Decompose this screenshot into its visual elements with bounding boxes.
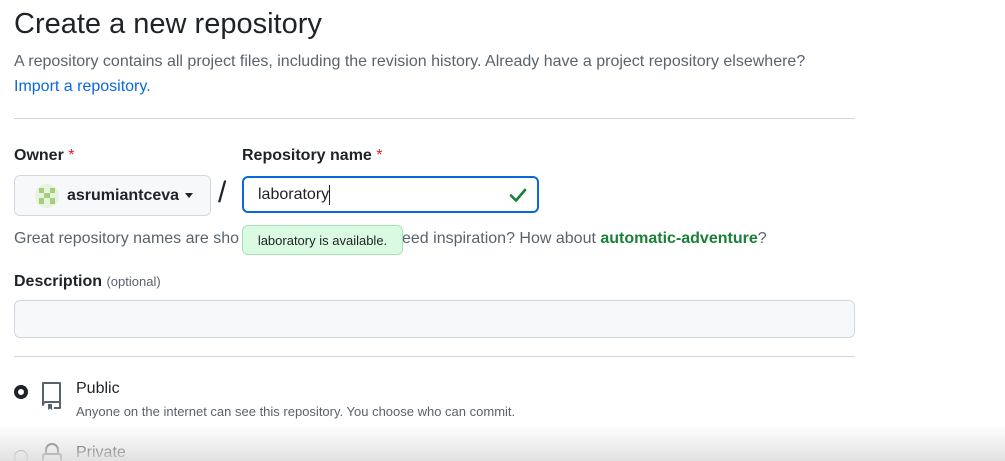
owner-dropdown[interactable]: asrumiantceva <box>14 175 211 216</box>
text-cursor <box>329 184 331 205</box>
intro-text: A repository contains all project files,… <box>14 49 854 99</box>
bottom-fade <box>0 425 1005 461</box>
private-label: Private <box>76 444 126 461</box>
import-repository-link[interactable]: Import a repository. <box>14 78 151 95</box>
owner-label-text: Owner <box>14 147 64 164</box>
public-description: Anyone on the internet can see this repo… <box>76 404 516 419</box>
intro-description: A repository contains all project files,… <box>14 53 806 70</box>
owner-label: Owner * <box>14 147 74 165</box>
repository-name-input[interactable]: laboratory <box>242 176 539 213</box>
public-radio[interactable] <box>14 385 28 399</box>
divider <box>14 118 855 119</box>
optional-mark: (optional) <box>106 274 161 289</box>
avatar <box>35 183 59 208</box>
repo-icon <box>42 382 61 410</box>
hint-suffix: ? <box>757 230 767 247</box>
hint-prefix: Great repository names are sho <box>14 230 239 247</box>
public-label: Public <box>76 380 120 397</box>
identicon-icon <box>39 187 55 204</box>
check-icon <box>509 188 527 202</box>
repository-name-value: laboratory <box>258 185 330 203</box>
repository-name-label-text: Repository name <box>242 147 372 164</box>
page-title: Create a new repository <box>14 8 322 40</box>
private-radio[interactable] <box>14 450 28 461</box>
owner-name: asrumiantceva <box>67 186 180 204</box>
suggested-name-link[interactable]: automatic-adventure <box>600 230 757 247</box>
description-label: Description (optional) <box>14 273 161 291</box>
lock-icon <box>42 443 62 461</box>
availability-tooltip: laboratory is available. <box>242 225 403 255</box>
required-mark: * <box>68 147 75 164</box>
hint-middle: eed inspiration? How about <box>402 230 601 247</box>
caret-down-icon <box>185 193 194 198</box>
divider <box>14 356 855 357</box>
repository-name-label: Repository name * <box>242 147 383 165</box>
description-label-text: Description <box>14 273 103 290</box>
description-input[interactable] <box>14 300 855 338</box>
required-mark: * <box>376 147 383 164</box>
owner-repo-separator: / <box>218 176 227 209</box>
